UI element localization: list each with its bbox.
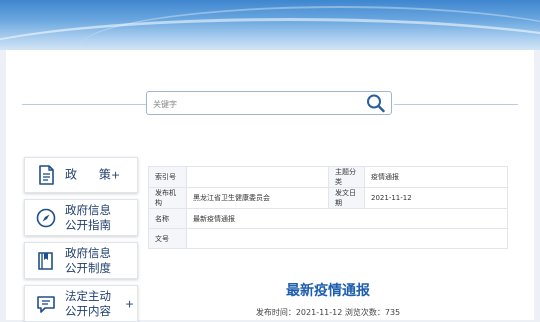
document-icon <box>35 164 57 186</box>
expand-plus-icon[interactable]: + <box>125 297 134 310</box>
docno-value <box>186 228 508 249</box>
divider-left <box>22 104 146 105</box>
table-row: 名称 最新疫情通报 <box>148 208 508 229</box>
name-label: 名称 <box>148 208 187 229</box>
publisher-value: 黑龙江省卫生健康委员会 <box>186 187 329 209</box>
sidebar-item-disclosure-guide[interactable]: 政府信息 公开指南 <box>24 199 138 236</box>
search-input[interactable] <box>151 94 360 114</box>
sidebar-item-label: 法定主动 公开内容 <box>65 288 111 318</box>
document-title: 最新疫情通报 <box>286 283 370 299</box>
index-label: 索引号 <box>148 166 187 188</box>
sidebar-item-policy[interactable]: 政 策 + <box>24 157 138 193</box>
book-icon <box>35 250 57 272</box>
date-label: 发文日期 <box>328 187 365 209</box>
date-value: 2021-11-12 <box>364 187 508 209</box>
divider-right <box>394 104 518 105</box>
document-meta: 发布时间：2021-11-12 浏览次数：735 <box>255 308 401 317</box>
category-value: 疫情通报 <box>364 166 508 188</box>
sidebar-item-statutory-content[interactable]: 法定主动 公开内容 + <box>24 285 138 322</box>
search-icon <box>367 94 385 113</box>
docno-label: 文号 <box>148 228 187 249</box>
sidebar-item-label: 政府信息 公开制度 <box>65 245 111 275</box>
search-button[interactable] <box>365 93 387 113</box>
category-label: 主题分类 <box>328 166 365 188</box>
index-value <box>186 166 329 188</box>
sidebar-item-label: 政府信息 公开指南 <box>65 202 111 232</box>
sidebar-item-disclosure-system[interactable]: 政府信息 公开制度 <box>24 242 138 279</box>
name-value: 最新疫情通报 <box>186 208 508 229</box>
table-row: 文号 <box>148 228 508 249</box>
chat-icon <box>35 293 57 315</box>
document-info-table: 索引号 主题分类 疫情通报 发布机构 黑龙江省卫生健康委员会 发文日期 2021… <box>148 166 508 249</box>
header-banner <box>0 0 540 50</box>
table-row: 索引号 主题分类 疫情通报 <box>148 166 508 188</box>
compass-icon <box>35 207 57 229</box>
expand-plus-icon[interactable]: + <box>111 169 120 182</box>
publisher-label: 发布机构 <box>148 187 187 209</box>
table-row: 发布机构 黑龙江省卫生健康委员会 发文日期 2021-11-12 <box>148 187 508 209</box>
search-box <box>146 91 392 115</box>
